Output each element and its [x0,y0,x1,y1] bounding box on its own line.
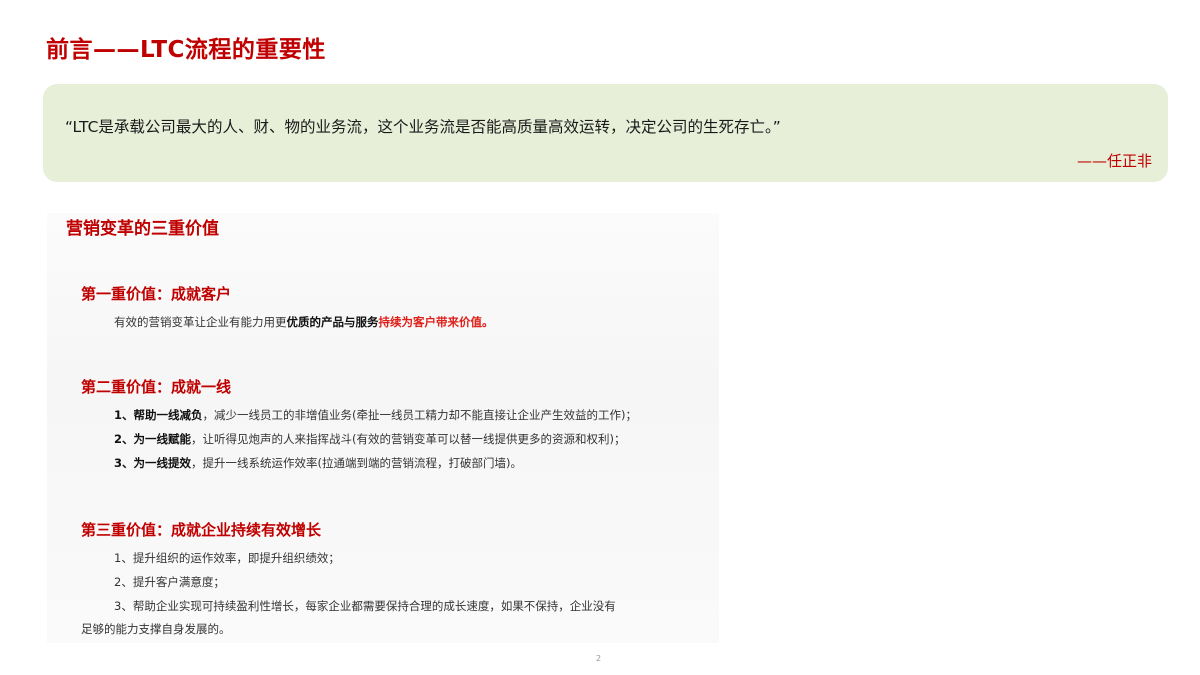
value3-item-3: 3、帮助企业实现可持续盈利性增长，每家企业都需要保持合理的成长速度，如果不保持，… [114,599,616,613]
value2-item-1-bold: 1、帮助一线减负 [114,408,203,422]
value3-item-2: 2、提升客户满意度； [114,575,225,589]
value1-text: 有效的营销变革让企业有能力用更优质的产品与服务持续为客户带来价值。 [114,314,494,330]
value3-item-1: 1、提升组织的运作效率，即提升组织绩效； [114,551,340,565]
value2-item-3-bold: 3、为一线提效 [114,456,192,470]
page-number: 2 [596,654,602,663]
value2-item-2-text: ，让听得见炮声的人来指挥战斗(有效的营销变革可以替一线提供更多的资源和权利)； [191,432,626,446]
value1-text-plain: 有效的营销变革让企业有能力用更 [114,315,287,329]
section-heading: 营销变革的三重价值 [66,219,219,239]
value1-text-red: 持续为客户带来价值。 [378,315,494,329]
value2-item-1: 1、帮助一线减负，减少一线员工的非增值业务(牵扯一线员工精力却不能直接让企业产生… [114,407,637,423]
value1-title: 第一重价值：成就客户 [81,285,232,303]
value2-item-2-bold: 2、为一线赋能 [114,432,192,446]
quote-text: “LTC是承载公司最大的人、财、物的业务流，这个业务流是否能高质量高效运转，决定… [65,118,781,136]
value3-item-3-cont: 足够的能力支撑自身发展的。 [81,622,231,636]
page-title: 前言——LTC流程的重要性 [46,37,326,63]
value2-item-2: 2、为一线赋能，让听得见炮声的人来指挥战斗(有效的营销变革可以替一线提供更多的资… [114,431,625,447]
value2-title: 第二重价值：成就一线 [81,378,232,396]
value2-item-3-text: ，提升一线系统运作效率(拉通端到端的营销流程，打破部门墙)。 [191,456,522,470]
value1-text-bold: 优质的产品与服务 [286,315,379,329]
quote-author: ——任正非 [1076,152,1152,170]
quote-box: “LTC是承载公司最大的人、财、物的业务流，这个业务流是否能高质量高效运转，决定… [43,84,1168,182]
value2-item-1-text: ，减少一线员工的非增值业务(牵扯一线员工精力却不能直接让企业产生效益的工作)； [202,408,637,422]
value2-item-3: 3、为一线提效，提升一线系统运作效率(拉通端到端的营销流程，打破部门墙)。 [114,455,522,471]
value3-title: 第三重价值：成就企业持续有效增长 [81,521,322,539]
